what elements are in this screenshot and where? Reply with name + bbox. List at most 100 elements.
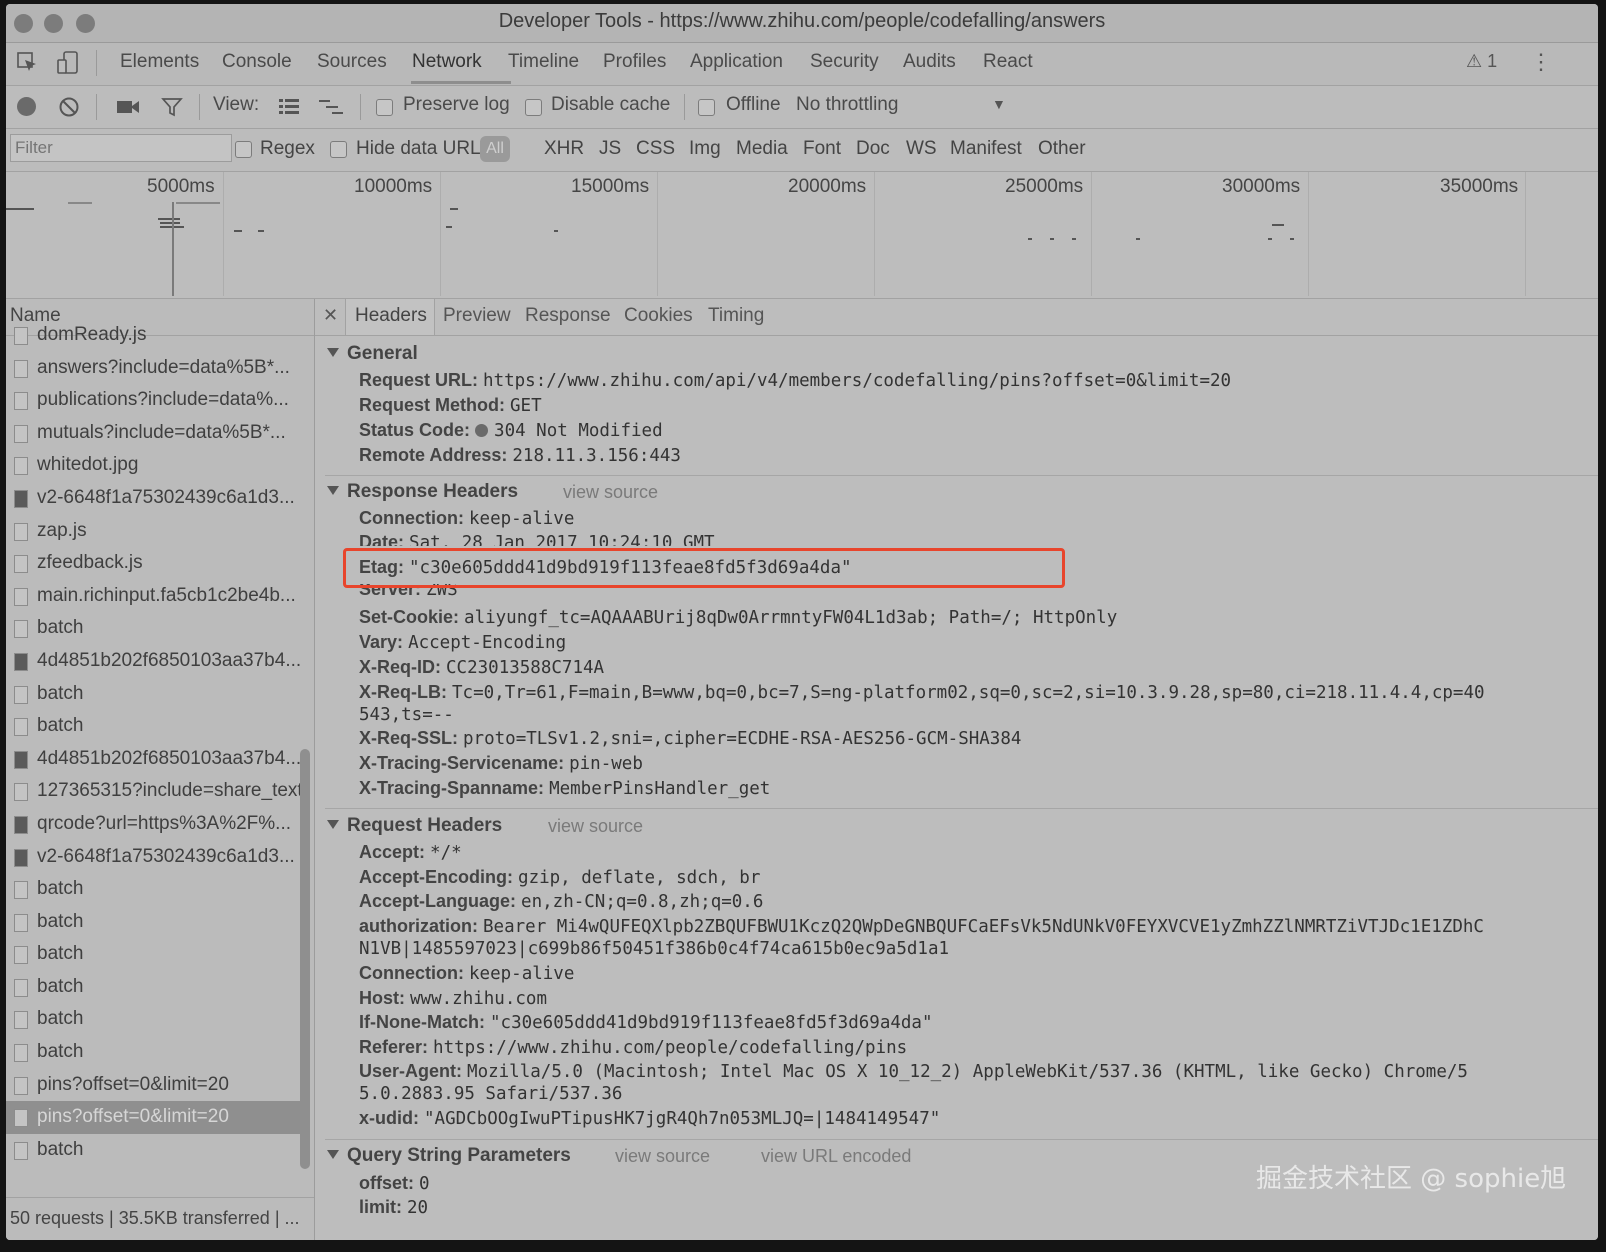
tab-audits[interactable]: Audits	[903, 51, 956, 73]
filter-all-button[interactable]: All	[480, 136, 510, 162]
response-view-source-link[interactable]: view source	[563, 482, 658, 503]
device-toolbar-icon[interactable]	[56, 50, 80, 76]
tab-cookies[interactable]: Cookies	[624, 305, 693, 327]
file-icon	[14, 1141, 28, 1160]
hide-data-urls-checkbox[interactable]	[330, 141, 347, 158]
header-line-continuation: N1VB|1485597023|c699b86f50451f386b0c4f74…	[359, 939, 950, 959]
timeline-tick: 15000ms	[571, 176, 650, 197]
request-row[interactable]: zap.js	[6, 515, 300, 548]
request-list-scrollbar[interactable]	[300, 749, 310, 1169]
view-url-encoded-link[interactable]: view URL encoded	[761, 1146, 911, 1167]
request-name: v2-6648f1a75302439c6a1d3...	[37, 486, 295, 508]
warnings-counter[interactable]: ⚠ 1	[1466, 51, 1497, 72]
title-bar: Developer Tools - https://www.zhihu.com/…	[6, 4, 1598, 43]
filter-input[interactable]	[10, 134, 232, 162]
triangle-down-icon	[327, 1150, 339, 1159]
request-row[interactable]: answers?include=data%5B*...	[6, 352, 300, 385]
preserve-log-checkbox[interactable]	[376, 99, 393, 116]
close-icon[interactable]: ✕	[323, 305, 338, 326]
tab-timing[interactable]: Timing	[708, 305, 764, 327]
request-row[interactable]: v2-6648f1a75302439c6a1d3...	[6, 841, 300, 874]
request-row[interactable]: whitedot.jpg	[6, 449, 300, 482]
request-row[interactable]: domReady.js	[6, 319, 300, 352]
request-row[interactable]: 4d4851b202f6850103aa37b4...	[6, 743, 300, 776]
timeline-tick: 10000ms	[354, 176, 433, 197]
request-row[interactable]: batch	[6, 612, 300, 645]
timeline-overview[interactable]: 5000ms 10000ms 15000ms 20000ms 25000ms 3…	[6, 172, 1598, 299]
tab-preview[interactable]: Preview	[443, 305, 511, 327]
regex-checkbox[interactable]	[235, 141, 252, 158]
request-row[interactable]: publications?include=data%...	[6, 384, 300, 417]
request-row[interactable]: batch	[6, 906, 300, 939]
more-options-icon[interactable]: ⋮	[1530, 49, 1552, 75]
request-row[interactable]: batch	[6, 971, 300, 1004]
filter-icon[interactable]	[161, 96, 183, 118]
header-line: Accept-Language: en,zh-CN;q=0.8,zh;q=0.6	[359, 891, 764, 912]
request-row[interactable]: v2-6648f1a75302439c6a1d3...	[6, 482, 300, 515]
filter-css[interactable]: CSS	[636, 138, 675, 160]
header-line: X-Req-LB: Tc=0,Tr=61,F=main,B=www,bq=0,b…	[359, 682, 1485, 703]
header-line: Referer: https://www.zhihu.com/people/co…	[359, 1037, 908, 1058]
filter-media[interactable]: Media	[736, 138, 788, 160]
filter-other[interactable]: Other	[1038, 138, 1086, 160]
response-headers-section-header[interactable]: Response Headers	[327, 481, 518, 503]
throttling-select[interactable]: No throttling	[796, 94, 898, 116]
clear-icon[interactable]	[58, 96, 80, 118]
request-row[interactable]: batch	[6, 873, 300, 906]
header-line: Status Code: 304 Not Modified	[359, 420, 663, 441]
request-headers-section-header[interactable]: Request Headers	[327, 815, 502, 837]
request-row[interactable]: zfeedback.js	[6, 547, 300, 580]
tab-profiles[interactable]: Profiles	[603, 51, 666, 73]
request-view-source-link[interactable]: view source	[548, 816, 643, 837]
request-row[interactable]: batch	[6, 1134, 300, 1167]
tab-security[interactable]: Security	[810, 51, 879, 73]
tab-sources[interactable]: Sources	[317, 51, 387, 73]
filter-font[interactable]: Font	[803, 138, 841, 160]
request-row[interactable]: batch	[6, 710, 300, 743]
filter-manifest[interactable]: Manifest	[950, 138, 1022, 160]
filter-js[interactable]: JS	[599, 138, 621, 160]
request-row[interactable]: 127365315?include=share_text	[6, 775, 300, 808]
request-row[interactable]: batch	[6, 1036, 300, 1069]
request-row[interactable]: qrcode?url=https%3A%2F%...	[6, 808, 300, 841]
request-row[interactable]: mutuals?include=data%5B*...	[6, 417, 300, 450]
offline-checkbox[interactable]	[698, 99, 715, 116]
filter-xhr[interactable]: XHR	[544, 138, 584, 160]
tab-network[interactable]: Network	[412, 51, 482, 73]
filter-doc[interactable]: Doc	[856, 138, 890, 160]
inspect-element-icon[interactable]	[16, 51, 40, 75]
large-rows-icon[interactable]	[278, 97, 300, 117]
image-file-icon	[14, 848, 28, 867]
capture-screenshots-icon[interactable]	[116, 98, 140, 116]
tab-elements[interactable]: Elements	[120, 51, 199, 73]
general-section-header[interactable]: General	[327, 343, 418, 365]
tab-response[interactable]: Response	[525, 305, 611, 327]
request-row[interactable]: batch	[6, 1003, 300, 1036]
query-view-source-link[interactable]: view source	[615, 1146, 710, 1167]
request-name: 4d4851b202f6850103aa37b4...	[37, 747, 300, 769]
chevron-down-icon[interactable]: ▼	[992, 96, 1006, 112]
query-string-section-header[interactable]: Query String Parameters	[327, 1145, 571, 1167]
filter-img[interactable]: Img	[689, 138, 721, 160]
request-row[interactable]: main.richinput.fa5cb1c2be4b...	[6, 580, 300, 613]
tab-timeline[interactable]: Timeline	[508, 51, 579, 73]
request-row[interactable]: batch	[6, 938, 300, 971]
request-row[interactable]: pins?offset=0&limit=20	[6, 1101, 300, 1134]
request-name: batch	[37, 1041, 84, 1063]
request-row[interactable]: 4d4851b202f6850103aa37b4...	[6, 645, 300, 678]
waterfall-overview-icon[interactable]	[318, 97, 344, 117]
request-row[interactable]: pins?offset=0&limit=20	[6, 1069, 300, 1102]
tab-react[interactable]: React	[983, 51, 1033, 73]
status-dot-icon	[475, 424, 489, 437]
file-icon	[14, 359, 28, 378]
tab-application[interactable]: Application	[690, 51, 783, 73]
filter-ws[interactable]: WS	[906, 138, 937, 160]
header-line: X-Req-SSL: proto=TLSv1.2,sni=,cipher=ECD…	[359, 728, 1022, 749]
file-icon	[14, 424, 28, 443]
image-file-icon	[14, 652, 28, 671]
record-icon[interactable]	[17, 97, 36, 116]
disable-cache-checkbox[interactable]	[525, 99, 542, 116]
tab-console[interactable]: Console	[222, 51, 292, 73]
tab-headers[interactable]: Headers	[355, 305, 427, 327]
request-row[interactable]: batch	[6, 678, 300, 711]
